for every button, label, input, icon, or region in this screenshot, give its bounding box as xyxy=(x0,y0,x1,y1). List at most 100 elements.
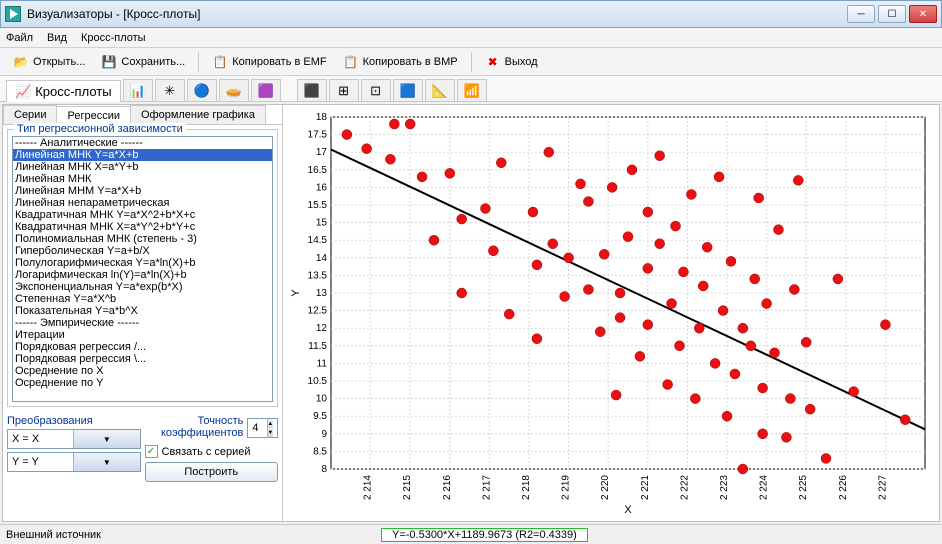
list-item[interactable]: Экспоненциальная Y=a*exp(b*X) xyxy=(13,281,272,293)
svg-text:2 220: 2 220 xyxy=(600,475,611,500)
list-item[interactable]: Линейная МНК X=a*Y+b xyxy=(13,161,272,173)
open-button[interactable]: 📂 Открыть... xyxy=(6,51,92,73)
list-item[interactable]: Линейная МНК xyxy=(13,173,272,185)
window-title: Визуализаторы - [Кросс-плоты] xyxy=(27,7,844,21)
transform-x-value: X = X xyxy=(8,433,73,445)
close-button[interactable]: ✕ xyxy=(909,5,937,23)
main: Серии Регрессии Оформление графика Тип р… xyxy=(2,104,940,522)
list-item[interactable]: Квадратичная МНК X=a*Y^2+b*Y+c xyxy=(13,221,272,233)
tab-crossplots-label: Кросс-плоты xyxy=(35,84,111,99)
list-item[interactable]: Линейная МНМ Y=a*X+b xyxy=(13,185,272,197)
svg-text:12.5: 12.5 xyxy=(308,306,328,317)
link-series-row[interactable]: ✓ Связать с серией xyxy=(145,445,279,458)
svg-text:15: 15 xyxy=(316,218,328,229)
svg-text:2 219: 2 219 xyxy=(561,475,572,500)
subtab-design[interactable]: Оформление графика xyxy=(130,105,266,124)
list-item[interactable]: Порядковая регрессия \... xyxy=(13,353,272,365)
tab-icon-3[interactable]: ✳ xyxy=(155,79,185,101)
list-item[interactable]: Осреднение по X xyxy=(13,365,272,377)
menubar: Файл Вид Кросс-плоты xyxy=(0,28,942,48)
tab-icon-10[interactable]: 🟦 xyxy=(393,79,423,101)
scatter-chart: 88.599.51010.51111.51212.51313.51414.515… xyxy=(287,109,935,517)
svg-text:2 224: 2 224 xyxy=(759,475,770,500)
chart-area: 88.599.51010.51111.51212.51313.51414.515… xyxy=(283,105,939,521)
link-series-label: Связать с серией xyxy=(162,446,251,458)
tab-icon-9[interactable]: ⊡ xyxy=(361,79,391,101)
copy-bmp-label: Копировать в BMP xyxy=(363,56,458,68)
tab-icon-12[interactable]: 📶 xyxy=(457,79,487,101)
list-item[interactable]: Логарифмическая ln(Y)=a*ln(X)+b xyxy=(13,269,272,281)
scatter-icon: 📈 xyxy=(15,84,31,100)
menu-crossplots[interactable]: Кросс-плоты xyxy=(81,32,146,44)
list-item[interactable]: Линейная непараметрическая xyxy=(13,197,272,209)
transform-y-value: Y = Y xyxy=(8,456,73,468)
list-item[interactable]: ------ Эмпирические ------ xyxy=(13,317,272,329)
precision-spin[interactable]: 4 ▲▼ xyxy=(247,418,278,438)
copy-emf-label: Копировать в EMF xyxy=(232,56,326,68)
list-item[interactable]: Степенная Y=a*X^b xyxy=(13,293,272,305)
list-item[interactable]: Показательная Y=a*b^X xyxy=(13,305,272,317)
open-icon: 📂 xyxy=(13,54,29,70)
svg-text:2 225: 2 225 xyxy=(798,475,809,500)
transform-y-combo[interactable]: Y = Y ▼ xyxy=(7,452,141,472)
link-series-checkbox[interactable]: ✓ xyxy=(145,445,158,458)
list-item[interactable]: Гиперболическая Y=a+b/X xyxy=(13,245,272,257)
status-source: Внешний источник xyxy=(6,529,101,541)
list-item[interactable]: Порядковая регрессия /... xyxy=(13,341,272,353)
copy-bmp-button[interactable]: 📋 Копировать в BMP xyxy=(336,51,465,73)
svg-text:Y: Y xyxy=(290,289,302,297)
svg-text:16: 16 xyxy=(316,182,328,193)
tab-icon-11[interactable]: 📐 xyxy=(425,79,455,101)
maximize-button[interactable]: ☐ xyxy=(878,5,906,23)
bottom-controls: Преобразования X = X ▼ Y = Y ▼ Точность … xyxy=(3,411,282,486)
save-label: Сохранить... xyxy=(121,56,185,68)
svg-text:2 217: 2 217 xyxy=(481,475,492,500)
list-item[interactable]: Осреднение по Y xyxy=(13,377,272,389)
app-icon xyxy=(5,6,21,22)
svg-text:18: 18 xyxy=(316,112,328,123)
list-item[interactable]: Квадратичная МНК Y=a*X^2+b*X+c xyxy=(13,209,272,221)
tab-icon-8[interactable]: ⊞ xyxy=(329,79,359,101)
svg-text:8.5: 8.5 xyxy=(313,446,327,457)
save-button[interactable]: 💾 Сохранить... xyxy=(94,51,192,73)
precision-value: 4 xyxy=(248,422,262,434)
svg-text:9: 9 xyxy=(321,429,327,440)
list-item[interactable]: Итерации xyxy=(13,329,272,341)
menu-view[interactable]: Вид xyxy=(47,32,67,44)
spin-up-icon[interactable]: ▲ xyxy=(267,419,273,428)
exit-label: Выход xyxy=(505,56,538,68)
copy-emf-button[interactable]: 📋 Копировать в EMF xyxy=(205,51,333,73)
svg-text:2 223: 2 223 xyxy=(719,475,730,500)
svg-text:17.5: 17.5 xyxy=(308,130,328,141)
svg-text:12: 12 xyxy=(316,323,328,334)
regression-type-legend: Тип регрессионной зависимости xyxy=(14,123,186,135)
build-button[interactable]: Построить xyxy=(145,462,279,482)
tab-icon-7[interactable]: ⬛ xyxy=(297,79,327,101)
list-item[interactable]: ------ Аналитические ------ xyxy=(13,137,272,149)
subtab-series[interactable]: Серии xyxy=(3,105,57,124)
titlebar: Визуализаторы - [Кросс-плоты] ─ ☐ ✕ xyxy=(0,0,942,28)
menu-file[interactable]: Файл xyxy=(6,32,33,44)
svg-text:9.5: 9.5 xyxy=(313,411,327,422)
list-item[interactable]: Полулогарифмическая Y=a*ln(X)+b xyxy=(13,257,272,269)
exit-button[interactable]: ✖ Выход xyxy=(478,51,545,73)
svg-text:11: 11 xyxy=(317,358,328,369)
svg-text:11.5: 11.5 xyxy=(308,341,327,352)
tab-icon-6[interactable]: 🟪 xyxy=(251,79,281,101)
transform-x-combo[interactable]: X = X ▼ xyxy=(7,429,141,449)
save-icon: 💾 xyxy=(101,54,117,70)
spin-down-icon[interactable]: ▼ xyxy=(267,428,273,437)
subtabs: Серии Регрессии Оформление графика xyxy=(3,105,282,125)
tab-crossplots[interactable]: 📈 Кросс-плоты xyxy=(6,80,121,102)
list-item[interactable]: Полиномиальная МНК (степень - 3) xyxy=(13,233,272,245)
tab-icon-5[interactable]: 🥧 xyxy=(219,79,249,101)
tab-icon-4[interactable]: 🔵 xyxy=(187,79,217,101)
svg-text:14: 14 xyxy=(316,253,328,264)
svg-text:10: 10 xyxy=(316,394,328,405)
svg-text:13.5: 13.5 xyxy=(308,270,328,281)
minimize-button[interactable]: ─ xyxy=(847,5,875,23)
tab-icon-2[interactable]: 📊 xyxy=(123,79,153,101)
regression-list[interactable]: ------ Аналитические ------Линейная МНК … xyxy=(12,136,273,402)
list-item[interactable]: Линейная МНК Y=a*X+b xyxy=(13,149,272,161)
toolbar: 📂 Открыть... 💾 Сохранить... 📋 Копировать… xyxy=(0,48,942,76)
